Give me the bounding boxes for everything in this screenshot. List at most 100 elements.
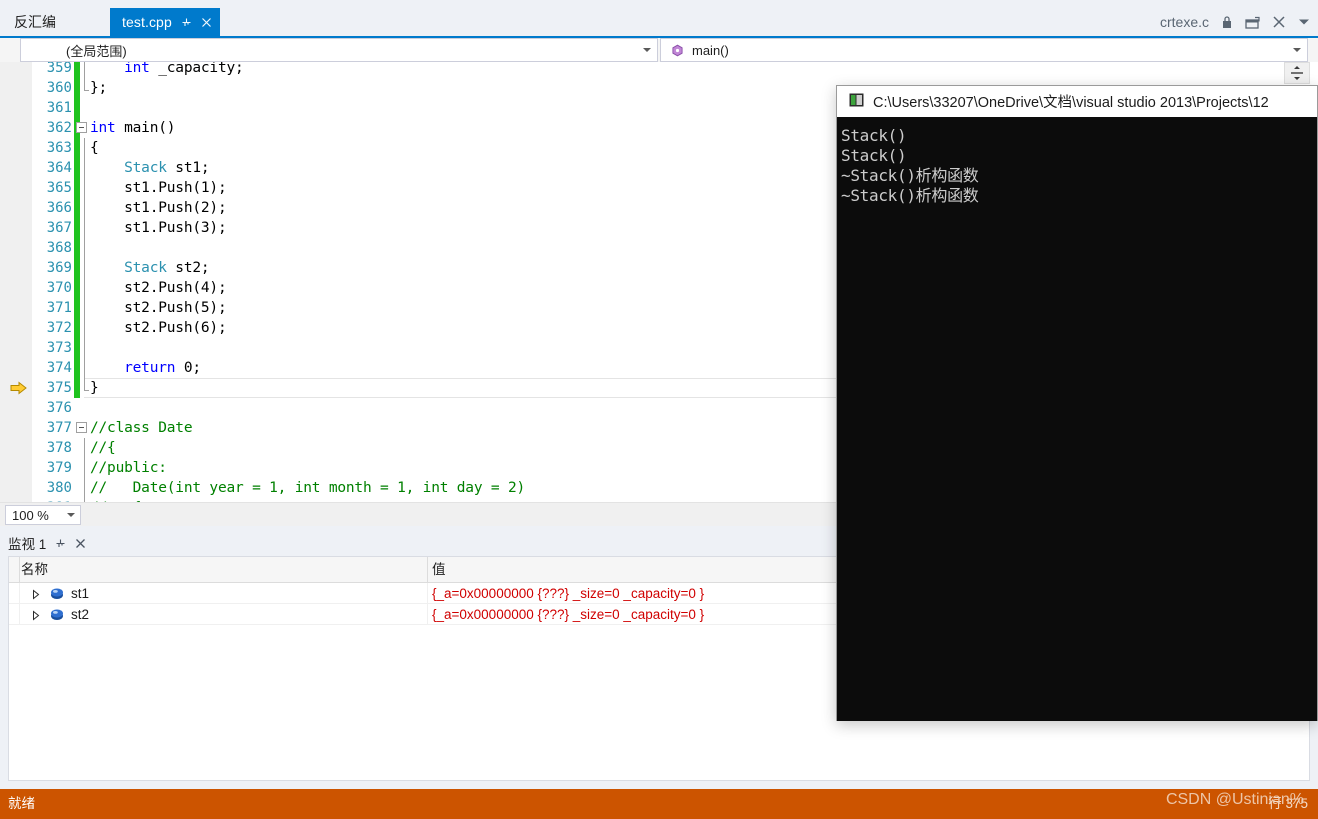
navigation-bar: (全局范围) main(): [0, 38, 1318, 62]
line-number: 377: [46, 420, 72, 436]
code-text: st1.Push(1);: [90, 180, 227, 196]
status-line-indicator: 行 375: [1268, 796, 1308, 811]
chevron-down-icon[interactable]: [1293, 48, 1301, 52]
code-text: //public:: [90, 460, 167, 476]
column-divider: [19, 583, 20, 604]
line-number: 367: [46, 220, 72, 236]
column-header-value[interactable]: 值: [432, 557, 446, 583]
method-icon: [671, 44, 684, 57]
code-text: st1.Push(2);: [90, 200, 227, 216]
tab-test-cpp-label: test.cpp: [122, 14, 172, 30]
watch-row-name[interactable]: st1: [71, 583, 89, 604]
line-number: 364: [46, 160, 72, 176]
changed-line-indicator: [74, 158, 80, 178]
tab-test-cpp[interactable]: test.cpp: [110, 8, 220, 36]
changed-line-indicator: [74, 218, 80, 238]
code-text: st1.Push(3);: [90, 220, 227, 236]
code-text: Stack st1;: [124, 160, 210, 176]
close-icon[interactable]: [75, 538, 86, 549]
chevron-down-icon[interactable]: [1298, 18, 1310, 26]
tab-disassembly[interactable]: 反汇编: [0, 8, 70, 36]
column-header-name[interactable]: 名称: [21, 557, 48, 583]
changed-line-indicator: [74, 62, 80, 78]
scope-guide-foot: [84, 390, 89, 391]
changed-line-indicator: [74, 378, 80, 398]
changed-line-indicator: [74, 298, 80, 318]
pin-icon[interactable]: [55, 538, 66, 549]
close-icon[interactable]: [1272, 15, 1286, 29]
line-number: 366: [46, 200, 72, 216]
code-text: //class Date: [90, 420, 193, 436]
code-text: int main(): [90, 120, 176, 136]
code-text: st2.Push(6);: [90, 320, 227, 336]
expand-triangle-icon[interactable]: [31, 588, 41, 600]
column-divider[interactable]: [427, 557, 428, 583]
changed-line-indicator: [74, 258, 80, 278]
object-icon: [50, 608, 64, 621]
zoom-level-label: 100 %: [12, 507, 49, 523]
changed-line-indicator: [74, 78, 80, 98]
code-text: int _capacity;: [124, 62, 244, 76]
console-window[interactable]: C:\Users\33207\OneDrive\文档\visual studio…: [836, 85, 1318, 721]
close-icon[interactable]: [201, 17, 212, 28]
line-number: 363: [46, 140, 72, 156]
member-dropdown-label: main(): [692, 42, 729, 58]
zoom-level-dropdown[interactable]: 100 %: [5, 505, 81, 525]
line-number: 374: [46, 360, 72, 376]
line-number: 378: [46, 440, 72, 456]
status-text: 就绪: [8, 796, 35, 811]
expand-triangle-icon[interactable]: [31, 609, 41, 621]
line-number: 370: [46, 280, 72, 296]
tab-crtexe-label[interactable]: crtexe.c: [1160, 14, 1209, 30]
console-line: Stack(): [841, 146, 907, 165]
code-text: // Date(int year = 1, int month = 1, int…: [90, 480, 526, 496]
execution-pointer-icon: [10, 380, 28, 396]
code-text: };: [90, 80, 108, 96]
scope-guide-line: [84, 138, 85, 390]
watch-row-value[interactable]: {_a=0x00000000 {???} _size=0 _capacity=0…: [432, 583, 704, 604]
changed-line-indicator: [74, 358, 80, 378]
line-number: 368: [46, 240, 72, 256]
console-title-bar[interactable]: C:\Users\33207\OneDrive\文档\visual studio…: [837, 86, 1317, 117]
chevron-down-icon[interactable]: [67, 513, 75, 517]
chevron-down-icon[interactable]: [643, 48, 651, 52]
lock-icon[interactable]: [1221, 15, 1233, 29]
pin-icon[interactable]: [181, 17, 192, 28]
code-text: Stack st2;: [124, 260, 210, 276]
float-window-icon[interactable]: [1245, 16, 1260, 29]
document-tab-strip: 反汇编 test.cpp crtexe.c: [0, 0, 1318, 38]
watch-row-value[interactable]: {_a=0x00000000 {???} _size=0 _capacity=0…: [432, 604, 704, 625]
line-number: 371: [46, 300, 72, 316]
console-line: ~Stack()析构函数: [841, 186, 979, 205]
tab-strip-right-controls: crtexe.c: [1160, 8, 1310, 36]
code-text: {: [90, 140, 99, 156]
changed-line-indicator: [74, 198, 80, 218]
scope-guide-foot: [84, 90, 89, 91]
scope-dropdown[interactable]: (全局范围): [20, 38, 658, 62]
console-title-text: C:\Users\33207\OneDrive\文档\visual studio…: [873, 95, 1269, 111]
member-dropdown[interactable]: main(): [660, 38, 1308, 62]
changed-line-indicator: [74, 278, 80, 298]
line-number: 372: [46, 320, 72, 336]
line-number: 375: [46, 380, 72, 396]
line-number: 359: [46, 62, 72, 76]
changed-line-indicator: [74, 238, 80, 258]
watch-tab-1[interactable]: 监视 1: [8, 530, 92, 556]
collapse-toggle-icon[interactable]: [76, 122, 87, 133]
collapse-toggle-icon[interactable]: [76, 422, 87, 433]
tab-disassembly-label: 反汇编: [14, 14, 56, 30]
scope-dropdown-label: (全局范围): [66, 43, 127, 59]
watch-row-name[interactable]: st2: [71, 604, 89, 625]
console-app-icon: [849, 93, 864, 111]
code-text: return 0;: [124, 360, 201, 376]
code-text: }: [90, 380, 99, 396]
split-view-icon[interactable]: [1284, 62, 1310, 84]
changed-line-indicator: [74, 178, 80, 198]
watch-tab-label: 监视 1: [8, 537, 47, 552]
column-divider: [19, 604, 20, 625]
line-number: 361: [46, 100, 72, 116]
visual-studio-window: 反汇编 test.cpp crtexe.c (全局范围) main() 359 …: [0, 0, 1318, 819]
code-text: st2.Push(5);: [90, 300, 227, 316]
line-number: 362: [46, 120, 72, 136]
column-divider: [427, 604, 428, 625]
